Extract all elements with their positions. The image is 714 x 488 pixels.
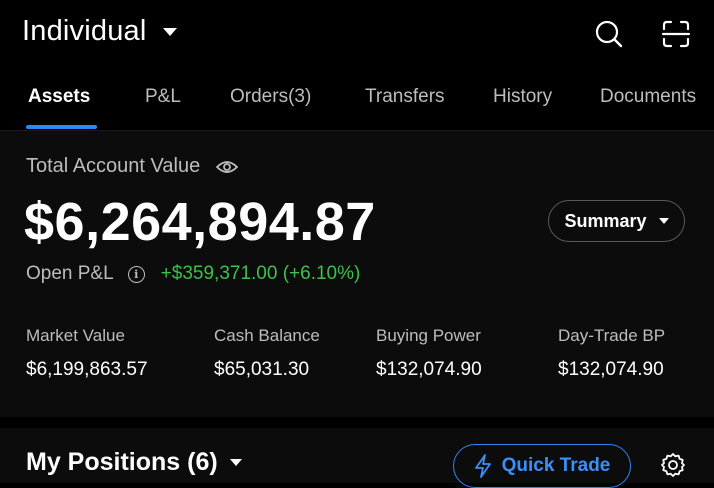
caret-down-icon: [162, 27, 177, 36]
open-pnl-row: Open P&L i +$359,371.00 (+6.10%): [26, 263, 360, 285]
metric-cash-balance: Cash Balance $65,031.30: [214, 326, 320, 381]
account-selector[interactable]: Individual: [22, 15, 177, 48]
positions-selector[interactable]: My Positions (6): [26, 448, 242, 477]
metric-value: $132,074.90: [376, 359, 482, 380]
gear-icon: [661, 453, 685, 477]
summary-label: Summary: [564, 210, 647, 231]
metric-market-value: Market Value $6,199,863.57: [26, 326, 148, 381]
search-button[interactable]: [593, 18, 625, 50]
metric-label: Cash Balance: [214, 326, 320, 345]
info-icon[interactable]: i: [127, 265, 145, 283]
total-account-value-label: Total Account Value: [26, 155, 201, 177]
quick-trade-button[interactable]: Quick Trade: [453, 444, 631, 488]
total-account-value: $6,264,894.87: [24, 192, 376, 252]
tab-orders[interactable]: Orders(3): [230, 86, 311, 108]
metric-day-trade-bp: Day-Trade BP $132,074.90: [558, 326, 665, 381]
tab-history[interactable]: History: [493, 86, 552, 108]
total-account-value-header: Total Account Value: [26, 155, 239, 178]
search-icon: [595, 20, 623, 48]
tab-pnl[interactable]: P&L: [145, 86, 181, 108]
positions-settings-button[interactable]: [658, 450, 688, 480]
open-pnl-value: +$359,371.00 (+6.10%): [160, 263, 361, 284]
lightning-icon: [474, 454, 491, 478]
tab-bar: Assets P&L Orders(3) Transfers History D…: [0, 70, 714, 131]
metric-label: Day-Trade BP: [558, 326, 666, 345]
scan-button[interactable]: [660, 18, 692, 50]
open-pnl-label: Open P&L: [26, 263, 114, 284]
tab-documents[interactable]: Documents: [600, 86, 696, 108]
metric-value: $65,031.30: [214, 359, 310, 380]
account-name: Individual: [22, 15, 147, 47]
tab-assets[interactable]: Assets: [28, 86, 90, 108]
quick-trade-label: Quick Trade: [501, 455, 611, 476]
metric-label: Buying Power: [376, 326, 481, 345]
metric-value: $132,074.90: [558, 359, 664, 380]
active-tab-indicator: [26, 125, 97, 129]
summary-dropdown[interactable]: Summary: [548, 200, 685, 242]
positions-title: My Positions (6): [26, 448, 218, 476]
tab-transfers[interactable]: Transfers: [365, 86, 445, 108]
eye-icon[interactable]: [216, 159, 239, 175]
account-summary-card: Total Account Value $6,264,894.87 Summar…: [0, 131, 714, 417]
top-bar: Individual: [0, 0, 714, 70]
metric-buying-power: Buying Power $132,074.90: [376, 326, 482, 381]
positions-header: My Positions (6) Quick Trade: [0, 428, 714, 488]
metric-label: Market Value: [26, 326, 125, 345]
scan-icon: [661, 20, 691, 48]
metric-value: $6,199,863.57: [26, 359, 148, 380]
caret-down-icon: [658, 218, 669, 224]
caret-down-icon: [229, 459, 242, 466]
